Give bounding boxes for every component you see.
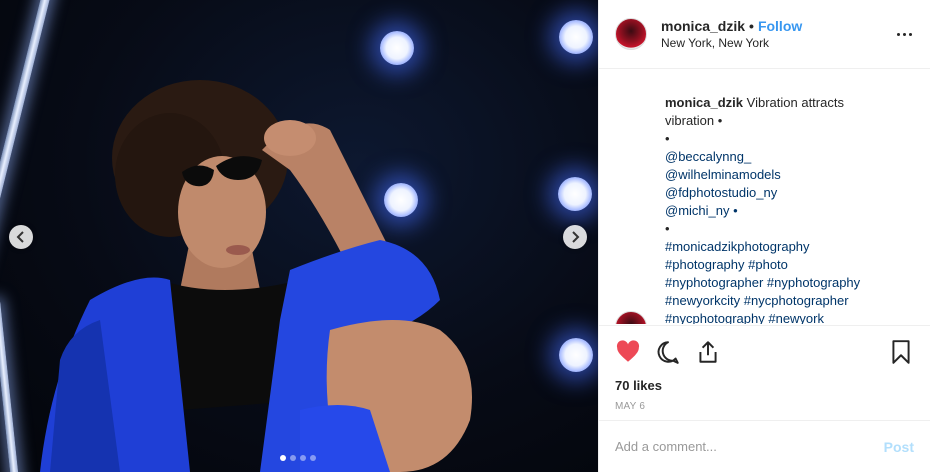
carousel-next-button[interactable] (563, 225, 587, 249)
hashtag-link[interactable]: #newyorkcity #nycphotographer (665, 292, 895, 310)
bookmark-icon[interactable] (888, 339, 914, 365)
caption-avatar[interactable] (615, 311, 647, 324)
carousel-dot (290, 455, 296, 461)
mention-link[interactable]: @michi_ny • (665, 202, 895, 220)
carousel-indicator (280, 455, 316, 461)
caption-line: • (665, 131, 670, 146)
post-comment-button[interactable]: Post (884, 439, 914, 455)
profile-avatar[interactable] (615, 18, 647, 50)
post-header: monica_dzik • Follow New York, New York (599, 0, 930, 69)
mention-link[interactable]: @beccalynng_ (665, 148, 895, 166)
hashtag-link[interactable]: #monicadzikphotography (665, 238, 895, 256)
mention-link[interactable]: @wilhelminamodels (665, 166, 895, 184)
post-details-panel: monica_dzik • Follow New York, New York mo… (598, 0, 930, 472)
separator: • (749, 18, 754, 34)
mention-link[interactable]: @fdphotostudio_ny (665, 184, 895, 202)
add-comment-bar: Post (599, 420, 930, 472)
chevron-left-icon (16, 231, 24, 243)
model-figure (40, 80, 472, 472)
hashtag-link[interactable]: #photography #photo (665, 256, 895, 274)
comments-section[interactable]: monica_dzik Vibration attracts vibration… (599, 70, 930, 324)
likes-count[interactable]: 70 likes (615, 378, 914, 393)
follow-button[interactable]: Follow (758, 18, 802, 34)
hashtag-link[interactable]: #nyphotographer #nyphotography (665, 274, 895, 292)
username-link[interactable]: monica_dzik (661, 18, 745, 34)
carousel-dot (280, 455, 286, 461)
share-icon[interactable] (695, 339, 721, 365)
location-link[interactable]: New York, New York (661, 36, 894, 50)
header-text: monica_dzik • Follow New York, New York (661, 18, 894, 50)
post-actions: 70 likes MAY 6 (599, 325, 930, 412)
more-options-icon[interactable] (894, 32, 914, 36)
hashtag-link[interactable]: #nycphotography #newyork (665, 310, 895, 324)
carousel-dot (310, 455, 316, 461)
instagram-post: monica_dzik • Follow New York, New York mo… (0, 0, 930, 472)
heart-icon[interactable] (615, 339, 641, 365)
caption-text: monica_dzik Vibration attracts vibration… (665, 94, 895, 324)
post-photo[interactable] (0, 0, 598, 472)
caption-line: • (665, 221, 670, 236)
chevron-right-icon (572, 231, 580, 243)
caption-username[interactable]: monica_dzik (665, 95, 743, 110)
post-date[interactable]: MAY 6 (615, 401, 914, 412)
comment-input[interactable] (615, 439, 884, 454)
comment-icon[interactable] (655, 339, 681, 365)
carousel-dot (300, 455, 306, 461)
action-icons (615, 338, 914, 366)
carousel-prev-button[interactable] (9, 225, 33, 249)
